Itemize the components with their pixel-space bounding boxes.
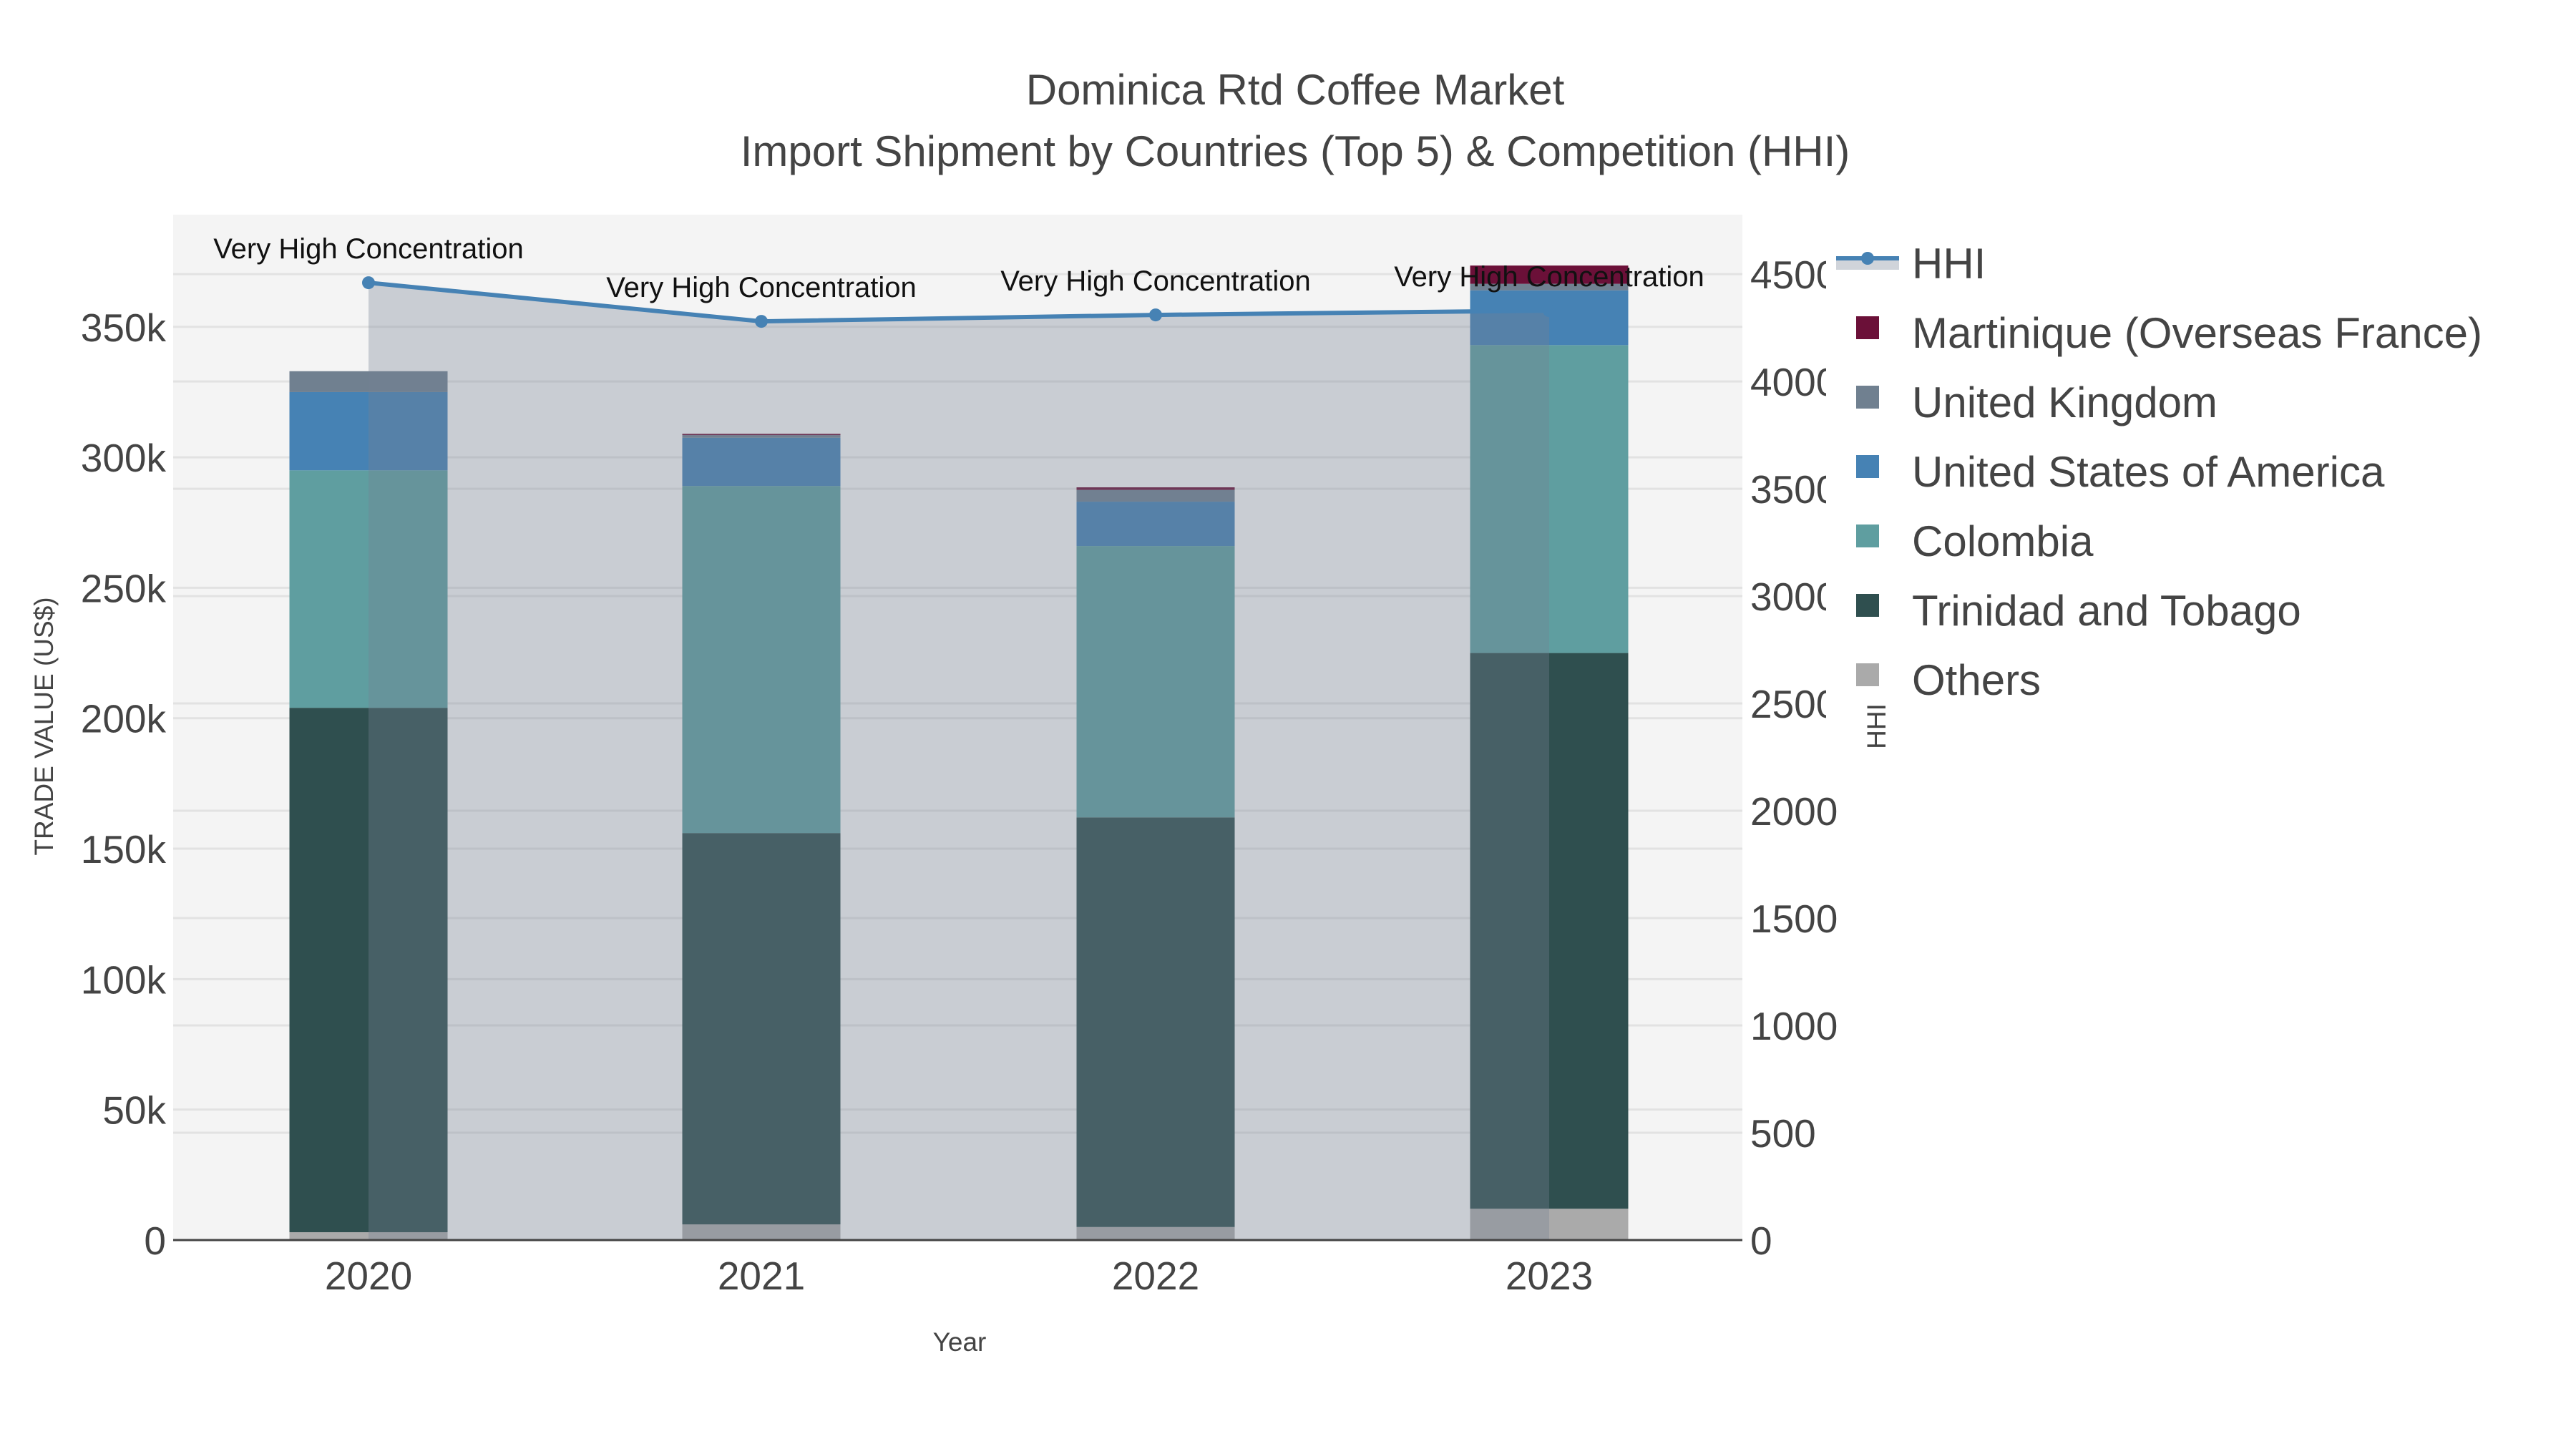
x-tick-label: 2023 (1506, 1254, 1593, 1298)
y2-axis-title: HHI (1862, 703, 1891, 749)
x-tick-label: 2021 (718, 1254, 805, 1298)
legend-swatch (1856, 386, 1879, 409)
y2-tick-label: 3500 (1750, 467, 1838, 512)
y2-tick-label: 1000 (1750, 1004, 1838, 1048)
chart: Dominica Rtd Coffee Market Import Shipme… (29, 66, 2482, 1357)
chart-title: Dominica Rtd Coffee Market (1026, 66, 1565, 114)
legend-swatch (1856, 594, 1879, 617)
y-axis-title: TRADE VALUE (US$) (29, 597, 59, 855)
legend-swatch (1856, 525, 1879, 547)
legend-item-label: United States of America (1912, 448, 2385, 496)
x-tick-label: 2020 (325, 1254, 412, 1298)
y-tick-label: 350k (81, 306, 167, 350)
y-tick-label: 250k (81, 566, 167, 610)
legend-item-label: Martinique (Overseas France) (1912, 309, 2482, 357)
hhi-point-2021 (755, 315, 768, 328)
legend-swatch (1856, 316, 1879, 339)
legend-item-label: Trinidad and Tobago (1912, 587, 2301, 635)
hhi-annotation: Very High Concentration (213, 233, 524, 265)
hhi-point-2020 (362, 276, 375, 290)
y-tick-label: 150k (81, 827, 167, 872)
y-tick-label: 100k (81, 957, 167, 1002)
legend-swatch (1856, 455, 1879, 478)
y-tick-label: 200k (81, 697, 167, 741)
hhi-area (369, 283, 1549, 1240)
legend-swatch (1856, 663, 1879, 686)
hhi-annotation: Very High Concentration (1000, 265, 1311, 297)
y-tick-label: 300k (81, 436, 167, 480)
y-tick-label: 50k (102, 1088, 166, 1133)
legend-hhi-marker (1861, 252, 1874, 265)
y2-tick-label: 4500 (1750, 253, 1838, 297)
y2-tick-label: 2000 (1750, 789, 1838, 834)
hhi-annotation: Very High Concentration (1394, 261, 1704, 293)
y2-tick-label: 0 (1750, 1219, 1772, 1263)
x-tick-label: 2022 (1112, 1254, 1199, 1298)
legend-item-label: Others (1912, 656, 2041, 704)
hhi-annotation: Very High Concentration (606, 272, 917, 303)
hhi-point-2022 (1149, 308, 1162, 322)
legend-item-label: HHI (1912, 240, 1986, 288)
y2-tick-label: 3000 (1750, 575, 1838, 619)
legend-item-label: United Kingdom (1912, 379, 2218, 426)
y2-tick-label: 500 (1750, 1111, 1816, 1156)
chart-subtitle: Import Shipment by Countries (Top 5) & C… (741, 127, 1850, 175)
y2-tick-label: 2500 (1750, 682, 1838, 726)
y2-tick-label: 4000 (1750, 360, 1838, 404)
hhi-point-2023 (1543, 304, 1556, 318)
x-axis-title: Year (933, 1327, 987, 1357)
legend-item-label: Colombia (1912, 517, 2094, 565)
y-tick-label: 0 (144, 1219, 166, 1263)
y2-tick-label: 1500 (1750, 897, 1838, 941)
